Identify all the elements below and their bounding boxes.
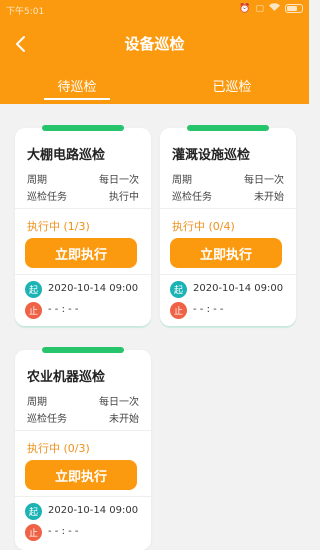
start-time: 2020-10-14 09:00	[48, 283, 139, 294]
execute-button[interactable]: 立即执行	[25, 460, 137, 490]
period-value: 每日一次	[99, 175, 139, 186]
progress-text: 执行中 (0/4)	[172, 220, 235, 233]
execute-button[interactable]: 立即执行	[170, 238, 282, 268]
card-title: 大棚电路巡检	[27, 148, 106, 163]
sim-icon: ▢	[255, 3, 264, 14]
task-label: 巡检任务	[27, 192, 67, 203]
task-value: 未开始	[254, 192, 284, 203]
tab-active-indicator	[44, 98, 110, 100]
task-label: 巡检任务	[27, 414, 67, 425]
divider	[15, 430, 151, 431]
task-value: 未开始	[109, 414, 139, 425]
divider	[160, 274, 296, 275]
end-time: - - : - -	[48, 304, 79, 315]
divider	[15, 274, 151, 275]
inspection-card: 大棚电路巡检 周期 每日一次 巡检任务 执行中 执行中 (1/3) 立即执行 起…	[15, 125, 151, 326]
app-header: 下午5:01 ⏰ ▢ 设备巡检 待巡检 已巡检	[0, 0, 309, 104]
card-title: 灌溉设施巡检	[172, 148, 251, 163]
card-title: 农业机器巡检	[27, 370, 106, 385]
divider	[160, 208, 296, 209]
tab-done[interactable]: 已巡检	[155, 76, 309, 95]
progress-text: 执行中 (0/3)	[27, 442, 90, 455]
status-icons: ⏰ ▢	[239, 3, 303, 14]
tab-pending[interactable]: 待巡检	[0, 76, 154, 95]
divider	[15, 496, 151, 497]
task-label: 巡检任务	[172, 192, 212, 203]
start-badge: 起	[170, 281, 187, 298]
status-bar: 下午5:01 ⏰ ▢	[0, 0, 309, 20]
start-time: 2020-10-14 09:00	[193, 283, 284, 294]
card-top-bar	[42, 125, 124, 131]
period-label: 周期	[172, 175, 192, 186]
execute-button[interactable]: 立即执行	[25, 238, 137, 268]
alarm-icon: ⏰	[239, 3, 251, 14]
period-label: 周期	[27, 175, 47, 186]
wifi-icon	[269, 3, 280, 14]
card-top-bar	[42, 347, 124, 353]
start-badge: 起	[25, 503, 42, 520]
start-badge: 起	[25, 281, 42, 298]
inspection-card: 农业机器巡检 周期 每日一次 巡检任务 未开始 执行中 (0/3) 立即执行 起…	[15, 347, 151, 550]
end-time: - - : - -	[48, 526, 79, 537]
stop-badge: 止	[170, 302, 187, 319]
start-time: 2020-10-14 09:00	[48, 505, 139, 516]
period-value: 每日一次	[244, 175, 284, 186]
card-top-bar	[187, 125, 269, 131]
page-title: 设备巡检	[124, 35, 185, 53]
progress-text: 执行中 (1/3)	[27, 220, 90, 233]
period-value: 每日一次	[99, 397, 139, 408]
status-time: 下午5:01	[6, 7, 45, 17]
period-label: 周期	[27, 397, 47, 408]
divider	[15, 208, 151, 209]
tab-bar: 待巡检 已巡检	[0, 76, 309, 102]
battery-icon	[285, 4, 303, 13]
end-time: - - : - -	[193, 304, 224, 315]
stop-badge: 止	[25, 302, 42, 319]
task-value: 执行中	[109, 192, 139, 203]
inspection-card: 灌溉设施巡检 周期 每日一次 巡检任务 未开始 执行中 (0/4) 立即执行 起…	[160, 125, 296, 326]
stop-badge: 止	[25, 524, 42, 541]
